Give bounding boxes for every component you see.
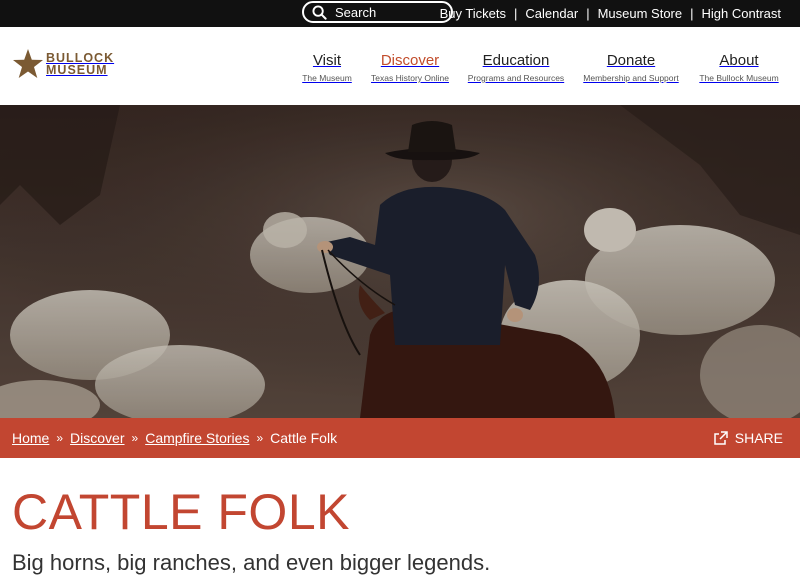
bullock-museum-logo[interactable]: BULLOCK MUSEUM [12,48,114,80]
page-title: CATTLE FOLK [12,484,350,540]
cowboy-cattle-photo [0,105,800,418]
calendar-link[interactable]: Calendar [525,6,578,21]
hero-image [0,105,800,418]
nav-subtitle: The Museum [302,73,352,83]
breadcrumb-current: Cattle Folk [270,430,338,446]
breadcrumb-discover[interactable]: Discover [70,430,124,446]
breadcrumb-separator: » [131,431,139,445]
buy-tickets-link[interactable]: Buy Tickets [440,6,506,21]
share-button[interactable]: SHARE [714,418,783,458]
nav-subtitle: The Bullock Museum [699,73,779,83]
site-header: BULLOCK MUSEUM Visit The Museum Discover… [0,27,800,105]
high-contrast-link[interactable]: High Contrast [702,6,781,21]
logo-text-line2: MUSEUM [46,63,108,77]
divider: | [690,6,694,21]
nav-about[interactable]: About The Bullock Museum [697,52,781,83]
search-icon [312,4,327,20]
breadcrumb-separator: » [256,431,264,445]
nav-title: Visit [312,52,342,69]
museum-store-link[interactable]: Museum Store [598,6,683,21]
page-subtitle: Big horns, big ranches, and even bigger … [12,550,491,575]
share-label: SHARE [734,430,783,446]
search-box[interactable] [302,1,453,23]
share-icon [714,431,728,445]
breadcrumb-campfire-stories[interactable]: Campfire Stories [145,430,249,446]
nav-education[interactable]: Education Programs and Resources [467,52,565,83]
divider: | [586,6,590,21]
nav-discover[interactable]: Discover Texas History Online [370,52,450,83]
search-input[interactable] [335,4,445,20]
breadcrumb-separator: » [56,431,64,445]
nav-title: Discover [380,52,440,69]
breadcrumb: Home » Discover » Campfire Stories » Cat… [12,418,337,458]
breadcrumb-bar: Home » Discover » Campfire Stories » Cat… [0,418,800,458]
nav-donate[interactable]: Donate Membership and Support [582,52,680,83]
utility-links: Buy Tickets | Calendar | Museum Store | … [440,0,800,27]
nav-visit[interactable]: Visit The Museum [302,52,352,83]
divider: | [514,6,518,21]
nav-subtitle: Programs and Resources [467,73,565,83]
breadcrumb-home[interactable]: Home [12,430,49,446]
nav-subtitle: Membership and Support [583,73,679,83]
nav-subtitle: Texas History Online [371,73,449,83]
nav-title: About [719,52,759,69]
nav-title: Education [482,52,550,69]
utility-bar: Buy Tickets | Calendar | Museum Store | … [0,0,800,27]
star-logo-icon [13,49,43,78]
nav-title: Donate [606,52,656,69]
